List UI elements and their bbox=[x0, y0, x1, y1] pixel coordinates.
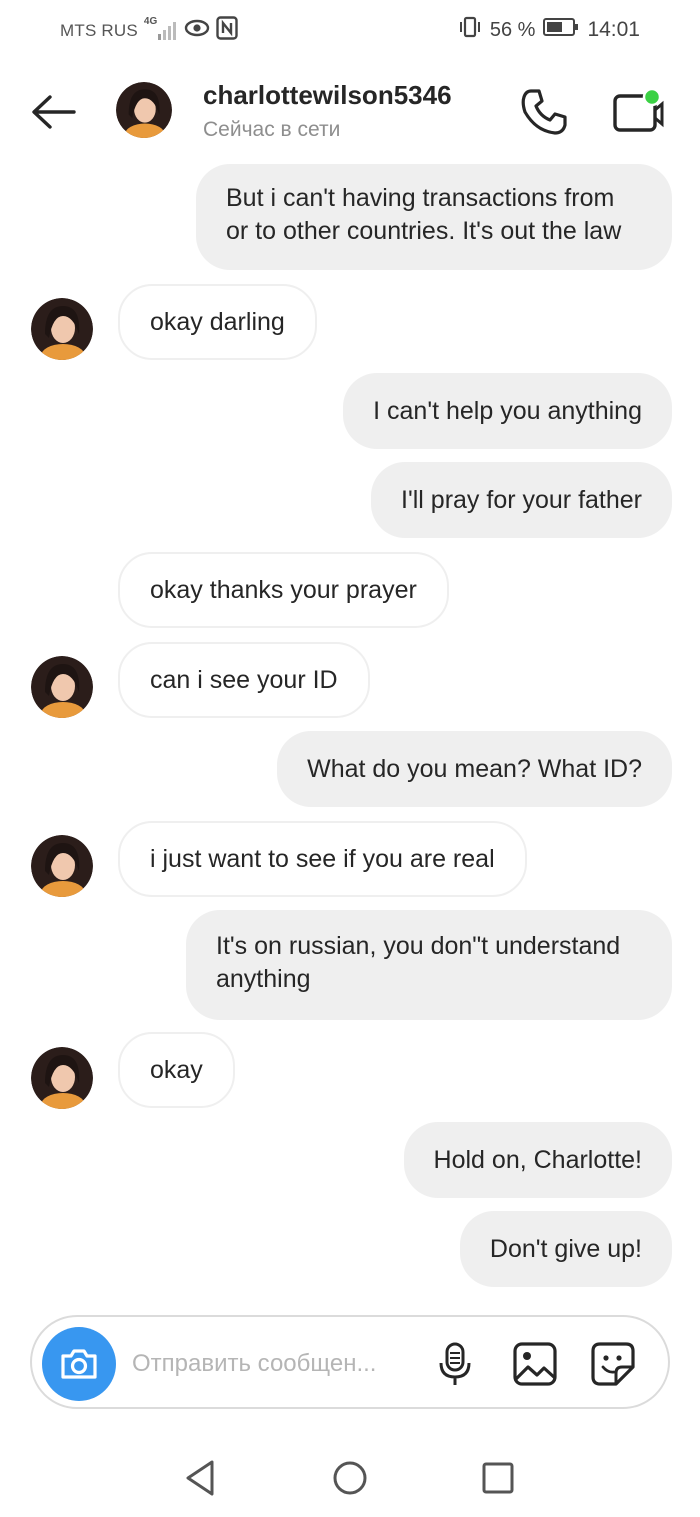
phone-icon bbox=[521, 89, 567, 135]
audio-call-button[interactable] bbox=[518, 86, 570, 138]
message-received[interactable]: okay darling bbox=[118, 284, 317, 360]
signal-icon: 4G bbox=[144, 16, 178, 42]
message-received[interactable]: i just want to see if you are real bbox=[118, 821, 527, 897]
message-received[interactable]: okay thanks your prayer bbox=[118, 552, 449, 628]
carrier-label: MTS RUS bbox=[60, 21, 138, 40]
back-button[interactable] bbox=[28, 90, 80, 134]
back-arrow-icon bbox=[32, 95, 76, 129]
video-camera-icon bbox=[613, 87, 664, 132]
gallery-icon bbox=[513, 1342, 557, 1386]
nav-recents-button[interactable] bbox=[476, 1456, 520, 1500]
message-text-line: anything bbox=[216, 965, 311, 993]
nav-recents-icon bbox=[482, 1462, 514, 1494]
message-sent[interactable]: But i can't having transactions from or … bbox=[196, 164, 672, 270]
camera-icon bbox=[61, 1349, 97, 1379]
sender-avatar[interactable] bbox=[31, 656, 93, 718]
message-text-line: It's on russian, you don"t understand bbox=[216, 932, 621, 960]
message-text-line: But i can't having transactions from bbox=[226, 184, 615, 212]
microphone-icon bbox=[439, 1342, 471, 1385]
nav-home-icon bbox=[333, 1461, 367, 1495]
message-sent[interactable]: I'll pray for your father bbox=[371, 462, 672, 538]
battery-percent: 56 % bbox=[489, 18, 536, 41]
message-sent[interactable]: What do you mean? What ID? bbox=[277, 731, 672, 807]
online-status: Сейчас в сети bbox=[203, 118, 341, 141]
sticker-button[interactable] bbox=[590, 1341, 636, 1387]
message-sent[interactable]: Don't give up! bbox=[459, 1211, 672, 1287]
contact-avatar[interactable] bbox=[116, 82, 172, 138]
status-bar: MTS RUS 4G 56 % 14:01 bbox=[0, 0, 700, 56]
clock: 14:01 bbox=[587, 18, 640, 41]
gallery-button[interactable] bbox=[512, 1341, 558, 1387]
nav-back-icon bbox=[186, 1460, 214, 1496]
vibrate-icon bbox=[458, 16, 482, 44]
nav-back-button[interactable] bbox=[180, 1456, 224, 1500]
camera-button[interactable] bbox=[42, 1327, 116, 1401]
nfc-icon bbox=[216, 16, 238, 46]
contact-username[interactable]: charlottewilson5346 bbox=[203, 80, 452, 111]
sender-avatar[interactable] bbox=[31, 298, 93, 360]
sender-avatar[interactable] bbox=[31, 835, 93, 897]
nav-home-button[interactable] bbox=[328, 1456, 372, 1500]
message-sent[interactable]: Hold on, Charlotte! bbox=[403, 1122, 672, 1198]
message-sent[interactable]: It's on russian, you don"t understand an… bbox=[186, 910, 672, 1020]
online-dot-icon bbox=[642, 87, 662, 107]
battery-icon bbox=[543, 17, 579, 43]
message-input[interactable] bbox=[130, 1341, 414, 1387]
message-text-line: or to other countries. It's out the law bbox=[226, 217, 622, 245]
message-received[interactable]: can i see your ID bbox=[118, 642, 370, 718]
status-left: MTS RUS 4G bbox=[60, 16, 238, 46]
voice-message-button[interactable] bbox=[432, 1341, 478, 1387]
chat-header: charlottewilson5346 Сейчас в сети bbox=[0, 60, 700, 160]
system-navigation-bar bbox=[0, 1440, 700, 1517]
sticker-icon bbox=[591, 1342, 635, 1386]
sender-avatar[interactable] bbox=[31, 1047, 93, 1109]
message-received[interactable]: okay bbox=[118, 1032, 235, 1108]
eye-icon bbox=[184, 18, 210, 44]
message-sent[interactable]: I can't help you anything bbox=[343, 373, 672, 449]
video-call-button[interactable] bbox=[610, 86, 666, 138]
message-composer bbox=[30, 1315, 670, 1409]
status-right: 56 % 14:01 bbox=[458, 16, 640, 44]
